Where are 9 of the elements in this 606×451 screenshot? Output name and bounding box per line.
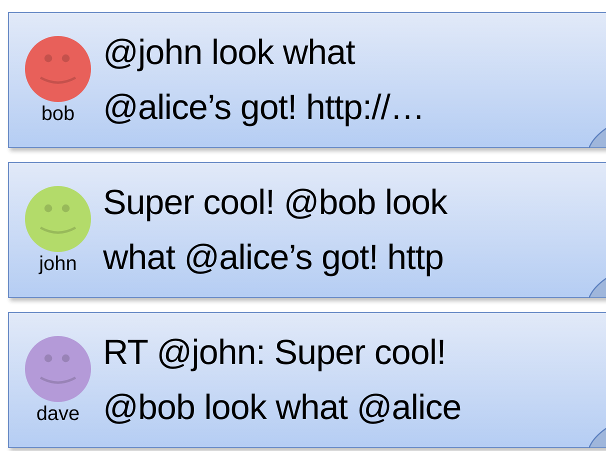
tweet-text-line: @john look what (103, 32, 356, 74)
tweet-text-line: what @alice’s got! http (103, 237, 445, 279)
username: dave (36, 403, 80, 425)
tweet-text-line: Super cool! @bob look (103, 182, 448, 224)
username: bob (41, 103, 75, 125)
tweet-text-line: @bob look what @alice (103, 387, 462, 429)
tweet-text-line: RT @john: Super cool! (103, 332, 447, 374)
tweet-text-line: @alice’s got! http://… (103, 87, 425, 129)
username: john (39, 253, 77, 275)
